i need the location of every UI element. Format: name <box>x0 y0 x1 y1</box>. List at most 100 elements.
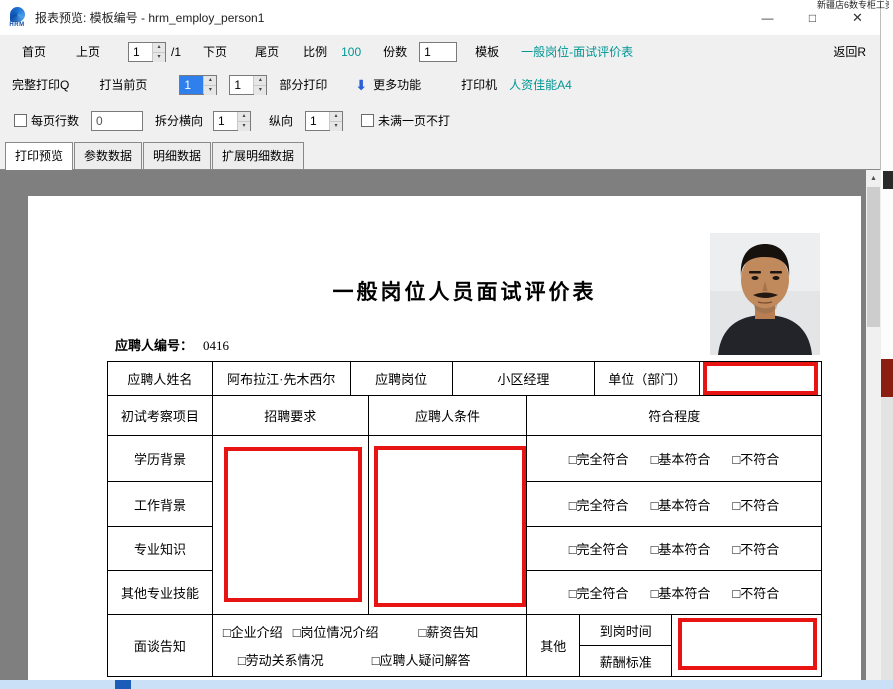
degree-options-cell: □完全符合 □基本符合 □不符合 <box>527 482 822 527</box>
range-from-value[interactable]: 1 <box>180 76 203 94</box>
spinner-down-icon[interactable]: ▾ <box>204 86 216 95</box>
page-number-value[interactable]: 1 <box>129 43 152 61</box>
degree-option-checkbox[interactable]: □不符合 <box>732 583 779 602</box>
degree-option-checkbox[interactable]: □完全符合 <box>569 539 629 558</box>
degree-option-checkbox[interactable]: □不符合 <box>732 539 779 558</box>
interview-options-line1: □企业介绍 □岗位情况介绍 □薪资告知 <box>223 622 479 641</box>
degree-options-cell: □完全符合 □基本符合 □不符合 <box>527 436 822 482</box>
degree-option-checkbox[interactable]: □基本符合 <box>651 449 711 468</box>
rows-per-page-checkbox[interactable] <box>14 114 27 127</box>
background-red-block <box>881 359 893 397</box>
scrollbar-thumb[interactable] <box>867 187 880 327</box>
logo-text: HRM <box>9 22 24 28</box>
tab-print-preview[interactable]: 打印预览 <box>5 142 73 170</box>
first-page-button[interactable]: 首页 <box>22 43 46 60</box>
dept-label-cell: 单位（部门） <box>595 362 700 396</box>
applicant-photo <box>710 233 820 355</box>
tab-detail-data[interactable]: 明细数据 <box>143 142 211 169</box>
split-horizontal-spinner[interactable]: 1 ▴ ▾ <box>213 111 251 131</box>
window-titlebar: HRM 报表预览: 模板编号 - hrm_employ_person1 — □ … <box>0 0 880 35</box>
template-label: 模板 <box>475 43 499 60</box>
printer-label: 打印机 <box>461 76 497 93</box>
last-page-button[interactable]: 尾页 <box>255 43 279 60</box>
more-functions-arrow-icon: ⬇ <box>355 78 367 92</box>
split-vertical-label: 纵向 <box>269 112 293 129</box>
rows-per-page-input[interactable] <box>91 111 143 131</box>
interview-options-cell: □企业介绍 □岗位情况介绍 □薪资告知 □劳动关系情况 □应聘人疑问解答 <box>213 615 528 677</box>
window-title: 报表预览: 模板编号 - hrm_employ_person1 <box>35 9 264 26</box>
spinner-up-icon[interactable]: ▴ <box>153 43 165 53</box>
taskbar <box>0 680 893 689</box>
arrival-time-cell: 到岗时间 <box>580 615 672 646</box>
spinner-up-icon[interactable]: ▴ <box>254 76 266 86</box>
page-number-spinner[interactable]: 1 ▴ ▾ <box>128 42 166 62</box>
prev-page-button[interactable]: 上页 <box>76 43 100 60</box>
spinner-down-icon[interactable]: ▾ <box>153 53 165 62</box>
taskbar-app-icon[interactable] <box>115 680 131 689</box>
criteria-label-cell: 其他专业技能 <box>108 571 213 615</box>
degree-option-checkbox[interactable]: □不符合 <box>732 495 779 514</box>
scale-label: 比例 <box>303 43 327 60</box>
spinner-down-icon[interactable]: ▾ <box>330 122 342 131</box>
minimize-button[interactable]: — <box>745 0 790 35</box>
skip-partial-page-checkbox[interactable] <box>361 114 374 127</box>
table-header-row: 初试考察项目 招聘要求 应聘人条件 符合程度 <box>108 396 822 436</box>
degree-option-checkbox[interactable]: □不符合 <box>732 449 779 468</box>
photo-image <box>710 233 820 355</box>
split-vertical-spinner[interactable]: 1 ▴ ▾ <box>305 111 343 131</box>
split-horizontal-label: 拆分横向 <box>155 112 203 129</box>
interview-option-checkbox[interactable]: □企业介绍 <box>223 622 283 641</box>
template-link[interactable]: 一般岗位-面试评价表 <box>521 43 633 60</box>
copies-label: 份数 <box>383 43 407 60</box>
interview-option-checkbox[interactable]: □岗位情况介绍 <box>293 622 379 641</box>
degree-option-checkbox[interactable]: □完全符合 <box>569 583 629 602</box>
full-print-button[interactable]: 完整打印Q <box>12 76 69 93</box>
degree-option-checkbox[interactable]: □完全符合 <box>569 449 629 468</box>
header-degree-cell: 符合程度 <box>527 396 822 436</box>
interview-option-checkbox[interactable]: □薪资告知 <box>419 622 479 641</box>
more-functions-button[interactable]: 更多功能 <box>373 76 421 93</box>
next-page-button[interactable]: 下页 <box>203 43 227 60</box>
degree-option-checkbox[interactable]: □完全符合 <box>569 495 629 514</box>
partial-print-button[interactable]: 部分打印 <box>279 76 327 93</box>
applicant-number-value: 0416 <box>203 338 229 353</box>
tab-extended-detail-data[interactable]: 扩展明细数据 <box>212 142 304 169</box>
scroll-up-icon[interactable]: ▲ <box>866 170 881 186</box>
degree-option-checkbox[interactable]: □基本符合 <box>651 539 711 558</box>
scale-value[interactable]: 100 <box>341 45 361 59</box>
degree-options-column: □完全符合 □基本符合 □不符合 □完全符合 □基本符合 □不符合 □完全符合 … <box>527 436 822 615</box>
spinner-down-icon[interactable]: ▾ <box>254 86 266 95</box>
spinner-up-icon[interactable]: ▴ <box>204 76 216 86</box>
page-canvas: 一般岗位人员面试评价表 <box>28 196 861 689</box>
interview-option-checkbox[interactable]: □应聘人疑问解答 <box>372 650 471 669</box>
name-value-cell: 阿布拉江·先木西尔 <box>213 362 351 396</box>
tab-parameter-data[interactable]: 参数数据 <box>74 142 142 169</box>
degree-option-checkbox[interactable]: □基本符合 <box>651 495 711 514</box>
rows-per-page-label: 每页行数 <box>31 112 79 129</box>
split-vertical-value[interactable]: 1 <box>306 112 329 130</box>
range-from-spinner[interactable]: 1 ▴ ▾ <box>179 75 217 95</box>
annotation-box-condition <box>374 446 526 607</box>
split-horizontal-value[interactable]: 1 <box>214 112 237 130</box>
spinner-up-icon[interactable]: ▴ <box>238 112 250 122</box>
annotation-box-other <box>678 618 817 670</box>
degree-option-checkbox[interactable]: □基本符合 <box>651 583 711 602</box>
background-window-strip <box>881 0 893 689</box>
printer-link[interactable]: 人资佳能A4 <box>509 76 572 93</box>
print-current-page-button[interactable]: 打当前页 <box>99 76 147 93</box>
interview-option-checkbox[interactable]: □劳动关系情况 <box>238 650 324 669</box>
page-total-label: /1 <box>171 45 181 59</box>
copies-input[interactable] <box>419 42 457 62</box>
degree-options-cell: □完全符合 □基本符合 □不符合 <box>527 571 822 615</box>
interview-label-cell: 面谈告知 <box>108 615 213 677</box>
spinner-down-icon[interactable]: ▾ <box>238 122 250 131</box>
spinner-up-icon[interactable]: ▴ <box>330 112 342 122</box>
header-requirement-cell: 招聘要求 <box>213 396 369 436</box>
vertical-scrollbar[interactable]: ▲ <box>866 170 881 689</box>
back-button[interactable]: 返回R <box>833 43 866 60</box>
degree-options-cell: □完全符合 □基本符合 □不符合 <box>527 527 822 571</box>
applicant-number-row: 应聘人编号：0416 <box>115 335 229 354</box>
range-to-spinner[interactable]: 1 ▴ ▾ <box>229 75 267 95</box>
range-to-value[interactable]: 1 <box>230 76 253 94</box>
other-label-cell: 其他 <box>527 615 580 677</box>
